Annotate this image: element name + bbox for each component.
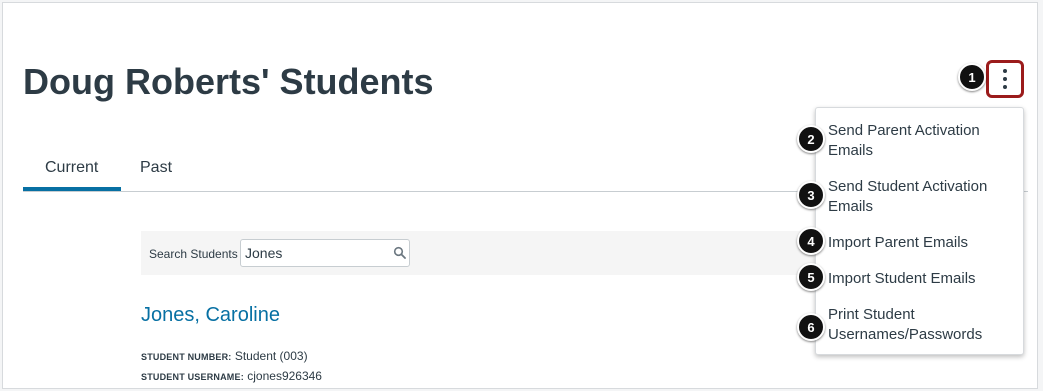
tab-past[interactable]: Past bbox=[140, 159, 172, 177]
app-frame: Doug Roberts' Students Current Past Sear… bbox=[2, 2, 1038, 389]
callout-badge: 4 bbox=[797, 227, 825, 255]
menu-item-print-student-usernames-passwords[interactable]: Print Student Usernames/Passwords bbox=[828, 305, 1018, 345]
search-icon[interactable] bbox=[393, 246, 407, 260]
student-number-row: STUDENT NUMBER: Student (003) bbox=[141, 349, 308, 363]
menu-item-import-parent-emails[interactable]: Import Parent Emails bbox=[828, 233, 1018, 253]
student-name-link[interactable]: Jones, Caroline bbox=[141, 304, 280, 327]
active-tab-indicator bbox=[23, 187, 121, 191]
search-input[interactable] bbox=[240, 239, 410, 267]
student-number-value: Student (003) bbox=[234, 349, 308, 363]
tab-current[interactable]: Current bbox=[45, 159, 98, 177]
kebab-menu-icon bbox=[1003, 69, 1007, 73]
menu-item-send-parent-activation-emails[interactable]: Send Parent Activation Emails bbox=[828, 121, 1018, 161]
search-bar: Search Students bbox=[141, 231, 841, 275]
kebab-dot bbox=[1003, 85, 1007, 89]
callout-badge: 3 bbox=[797, 181, 825, 209]
student-username-row: STUDENT USERNAME: cjones926346 bbox=[141, 369, 322, 383]
student-username-label: STUDENT USERNAME: bbox=[141, 372, 244, 382]
search-label: Search Students bbox=[149, 247, 238, 261]
options-menu-button[interactable] bbox=[986, 60, 1024, 98]
options-dropdown-menu: Send Parent Activation Emails Send Stude… bbox=[815, 107, 1024, 355]
callout-badge: 1 bbox=[958, 63, 986, 91]
student-username-value: cjones926346 bbox=[247, 369, 322, 383]
menu-item-send-student-activation-emails[interactable]: Send Student Activation Emails bbox=[828, 177, 1018, 217]
kebab-dot bbox=[1003, 77, 1007, 81]
callout-badge: 2 bbox=[797, 125, 825, 153]
student-number-label: STUDENT NUMBER: bbox=[141, 352, 232, 362]
callout-badge: 6 bbox=[797, 313, 825, 341]
menu-item-import-student-emails[interactable]: Import Student Emails bbox=[828, 269, 1018, 289]
callout-badge: 5 bbox=[797, 263, 825, 291]
page-title: Doug Roberts' Students bbox=[23, 61, 434, 102]
